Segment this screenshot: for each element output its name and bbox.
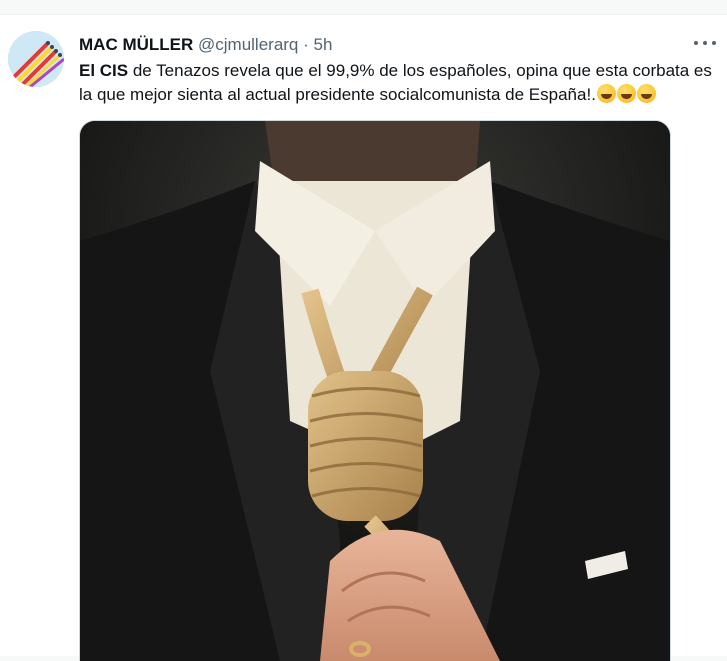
tweet-media-image[interactable] xyxy=(79,120,671,661)
author-handle[interactable]: @cjmullerarq xyxy=(198,35,298,54)
more-dot xyxy=(712,41,716,45)
rolling-on-the-floor-laughing-icon xyxy=(636,84,656,103)
separator-dot: · xyxy=(303,35,309,54)
avatar[interactable] xyxy=(8,31,64,87)
tweet-text-bold: El CIS xyxy=(79,61,129,80)
tweet[interactable]: MAC MÜLLER @cjmullerarq · 5h El CIS de T… xyxy=(0,14,727,661)
tweet-header: MAC MÜLLER @cjmullerarq · 5h xyxy=(79,35,332,55)
tweet-text: El CIS de Tenazos revela que el 99,9% de… xyxy=(79,59,719,107)
timestamp[interactable]: 5h xyxy=(314,35,333,54)
more-options-icon[interactable] xyxy=(694,37,716,49)
rolling-on-the-floor-laughing-icon xyxy=(596,84,616,103)
author-name[interactable]: MAC MÜLLER xyxy=(79,35,193,54)
rolling-on-the-floor-laughing-icon xyxy=(616,84,636,103)
more-dot xyxy=(703,41,707,45)
more-dot xyxy=(694,41,698,45)
